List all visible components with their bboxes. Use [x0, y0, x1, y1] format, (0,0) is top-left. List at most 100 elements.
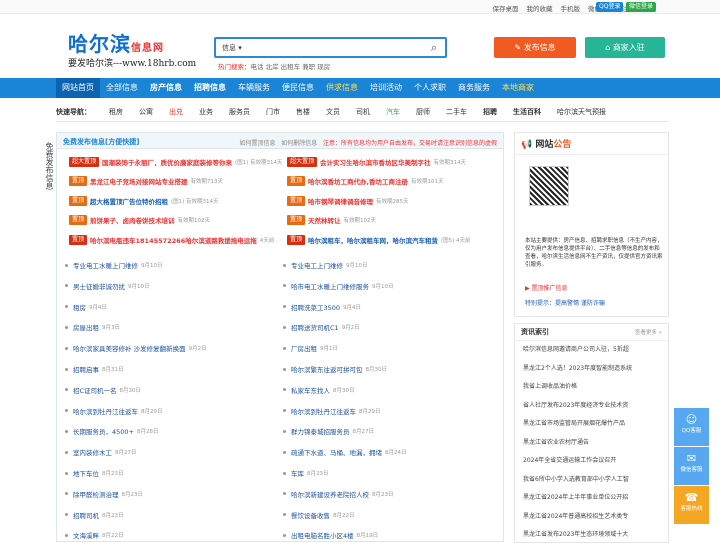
news-more-link[interactable]: 查看更多 » [635, 328, 662, 336]
list-item[interactable]: 厂房出租 9月1日 [283, 342, 338, 354]
nav-item-4[interactable]: 车辆服务 [232, 78, 276, 98]
quick-nav-item-12[interactable]: 招聘 [483, 107, 497, 117]
ad-title[interactable]: 煎饼果子、卤肉卷饼技术培训 [90, 215, 175, 225]
list-item-title[interactable]: 房屋出租 [73, 322, 99, 332]
list-item[interactable]: 室内装修木工 8月27日 [65, 446, 137, 458]
quick-nav-item-8[interactable]: 司机 [356, 107, 370, 117]
news-item[interactable]: 我省上调收品油价格 [523, 381, 666, 390]
how-to-pin-link[interactable]: 如何置顶信息 [239, 140, 275, 147]
quick-nav-item-11[interactable]: 二手车 [446, 107, 467, 117]
search-icon[interactable]: ⌕ [431, 41, 437, 55]
quick-nav-item-10[interactable]: 厨师 [416, 107, 430, 117]
list-item-title[interactable]: 专业电工水暖上门维修 [73, 260, 138, 270]
ad-title[interactable]: 哈尔滨香坊工商代办,香坊工商注册 [308, 176, 408, 186]
ad-row[interactable]: 置顶 超大格置顶广告位特价招租 (图1) 有效期314天 [69, 194, 219, 207]
list-item-title[interactable]: 车库 [291, 468, 304, 478]
fraud-warning-link[interactable]: 特别提示：提高警惕 谨防诈骗 [525, 298, 605, 307]
nav-item-5[interactable]: 便民信息 [276, 78, 320, 98]
list-item-title[interactable]: 招聘送货司机C1 [291, 322, 339, 332]
ad-title[interactable]: 国潮装饰于永丽厂，质优价廉家庭装修等你来 [102, 157, 232, 167]
list-item[interactable]: 专业电工水暖上门维修 9月10日 [65, 259, 163, 271]
phone-service-button[interactable]: ☎ 客服热线 [674, 486, 709, 524]
quick-nav-item-5[interactable]: 门市 [266, 107, 280, 117]
news-item[interactable]: 黑龙江省市场监管局开展烟花爆竹产品 [523, 418, 666, 427]
news-item[interactable]: 黑龙江省农业农村厅通告 [523, 437, 666, 446]
nav-item-0[interactable]: 网站首页 [56, 78, 100, 98]
quick-nav-item-14[interactable]: 哈尔滨天气预报 [557, 107, 606, 117]
wechat-login-button[interactable]: 微信登录 [626, 2, 657, 12]
qq-service-button[interactable]: ☺ QQ客服 [674, 408, 709, 446]
list-item-title[interactable]: 除甲醛检测治理 [73, 489, 119, 499]
news-item[interactable]: 我省6所中小学入选教育部中小学人工智 [523, 474, 666, 483]
list-item[interactable]: 餐饮设备收售 8月22日 [283, 509, 355, 521]
list-item-title[interactable]: 室内装修木工 [73, 447, 112, 457]
how-to-delete-link[interactable]: 如何删除信息 [281, 140, 317, 147]
qq-login-button[interactable]: QQ登录 [596, 2, 624, 12]
list-item[interactable]: 专业电工上门维修 9月10日 [283, 259, 368, 271]
link-save-desktop[interactable]: 保存桌面 [493, 3, 519, 13]
hot-search-terms[interactable]: 电话 北岸 出租车 兼职 现房 [251, 63, 331, 71]
publish-button[interactable]: ✎ 发布信息 [494, 37, 576, 58]
list-item-title[interactable]: 出租电脑名胜小区4楼 [291, 530, 354, 540]
list-item[interactable]: 地下车位 8月23日 [65, 467, 124, 479]
pin-promo-link[interactable]: ▶ 置顶推广信息 [525, 283, 605, 292]
list-item[interactable]: 私家车东找人 8月30日 [283, 384, 355, 396]
list-item-title[interactable]: 哈尔滨到牡丹江往返车 [291, 406, 356, 416]
quick-nav-item-3[interactable]: 业务 [199, 107, 213, 117]
list-item[interactable]: 哈尔滨繁东往返可拼可包 8月30日 [283, 363, 387, 375]
list-item-title[interactable]: 文海溪畔 [73, 530, 99, 540]
nav-item-1[interactable]: 全部信息 [100, 78, 144, 98]
list-item[interactable]: 长期服务员，4500+ 8月28日 [65, 425, 159, 437]
list-item[interactable]: 疏通下水道、马桶、地漏，拥堵 8月24日 [283, 446, 407, 458]
quick-nav-item-4[interactable]: 服务员 [229, 107, 250, 117]
nav-item-10[interactable]: 本地商家 [496, 78, 540, 98]
list-item[interactable]: 租房 9月4日 [65, 301, 107, 313]
list-item[interactable]: 哈尔滨新建设养老院招人校 8月23日 [283, 488, 394, 500]
ad-title[interactable]: 超大格置顶广告位特价招租 [90, 196, 168, 206]
list-item[interactable]: 车库 8月23日 [283, 467, 329, 479]
ad-row[interactable]: 超大置顶 会计实习生哈尔滨市香坊区华美制字社 有效期314天 [287, 155, 466, 168]
quick-nav-item-13[interactable]: 生活百科 [513, 107, 541, 117]
list-item-title[interactable]: 招聘司机 [73, 510, 99, 520]
list-item[interactable]: 群力锦泰城招服务员 8月27日 [283, 425, 374, 437]
list-item[interactable]: 招聘启事 8月31日 [65, 363, 124, 375]
list-item-title[interactable]: 哈尔滨新建设养老院招人校 [291, 489, 369, 499]
list-item-title[interactable]: 哈市电工水暖上门维修服务 [291, 281, 369, 291]
quick-nav-item-1[interactable]: 公寓 [139, 107, 153, 117]
ad-title[interactable]: 哈市钢琴调律调音修理 [308, 196, 373, 206]
nav-item-3[interactable]: 招聘信息 [188, 78, 232, 98]
news-item[interactable]: 哈尔滨信息网邀请商户公司入驻，5折超 [523, 344, 666, 353]
wechat-service-button[interactable]: ✉ 微信客服 [674, 447, 709, 485]
ad-title[interactable]: 黑龙江电子竞场对接网站专业搭建 [90, 176, 188, 186]
ad-row[interactable]: 置顶 天然林转让 有效期102天 [287, 214, 376, 227]
news-item[interactable]: 黑龙江省2024年上半年事业单位公开招 [523, 492, 666, 501]
list-item[interactable]: 哈尔滨到牡丹江往返车 8月29日 [283, 405, 381, 417]
ad-row[interactable]: 超大置顶 国潮装饰于永丽厂，质优价廉家庭装修等你来 (图1) 有效期314天 [69, 155, 283, 168]
quick-nav-item-0[interactable]: 租房 [109, 107, 123, 117]
list-item-title[interactable]: 私家车东找人 [291, 385, 330, 395]
ad-title[interactable]: 哈尔滨电瓶违车18145572266哈尔滨道路救援拖电运拖 [90, 235, 257, 245]
list-item-title[interactable]: 哈尔滨到牡丹江往返车 [73, 406, 138, 416]
ad-row[interactable]: 置顶 哈尔滨租车，哈尔滨租车网，哈尔滨汽车租赁 (图5) 4天前 [287, 233, 471, 246]
list-item-title[interactable]: 群力锦泰城招服务员 [291, 426, 350, 436]
list-item[interactable]: 招C证司机一名 8月30日 [65, 384, 141, 396]
list-item-title[interactable]: 专业电工上门维修 [291, 260, 343, 270]
ad-title[interactable]: 哈尔滨租车，哈尔滨租车网，哈尔滨汽车租赁 [308, 235, 438, 245]
list-item-title[interactable]: 餐饮设备收售 [291, 510, 330, 520]
list-item[interactable]: 哈尔滨到牡丹江往返车 8月29日 [65, 405, 163, 417]
list-item-title[interactable]: 哈尔滨繁东往返可拼可包 [291, 364, 363, 374]
search-box[interactable]: 信息 ▾ ⌕ [214, 37, 447, 58]
list-item-title[interactable]: 男士征婚非诚勿扰 [73, 281, 125, 291]
news-item[interactable]: 黑龙江2个人选！2023年度智能制造系统 [523, 363, 666, 372]
list-item-title[interactable]: 招聘启事 [73, 364, 99, 374]
site-logo[interactable]: 哈尔滨信息网 [68, 28, 164, 57]
list-item-title[interactable]: 地下车位 [73, 468, 99, 478]
quick-nav-item-7[interactable]: 文员 [326, 107, 340, 117]
list-item[interactable]: 招聘送货司机C1 9月2日 [283, 321, 360, 333]
nav-item-6[interactable]: 供求信息 [320, 78, 364, 98]
list-item[interactable]: 男士征婚非诚勿扰 9月10日 [65, 280, 150, 292]
ad-title[interactable]: 会计实习生哈尔滨市香坊区华美制字社 [320, 157, 431, 167]
list-item-title[interactable]: 租房 [73, 302, 86, 312]
merchant-join-button[interactable]: ⌂ 商家入驻 [585, 37, 665, 58]
list-item-title[interactable]: 长期服务员，4500+ [73, 426, 134, 436]
